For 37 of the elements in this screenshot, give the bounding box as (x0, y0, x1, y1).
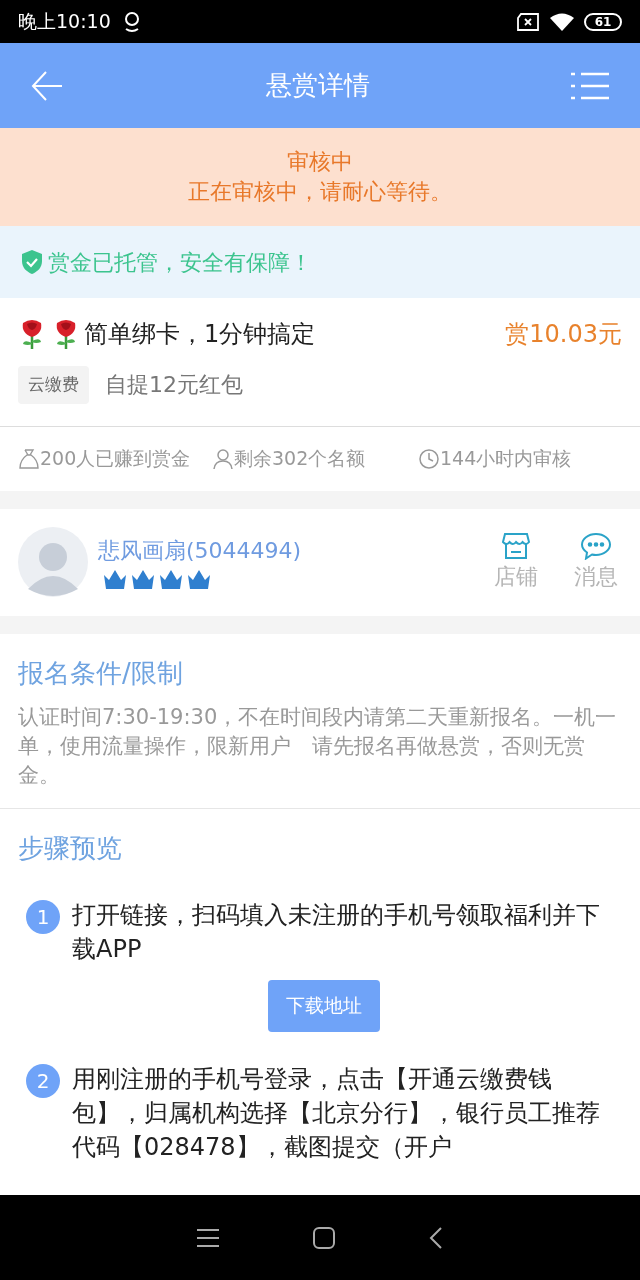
step-text: 打开链接，扫码填入未注册的手机号领取福利并下载APP (72, 899, 601, 965)
shop-icon (501, 531, 531, 560)
message-button[interactable]: 消息 (574, 531, 618, 593)
page-title: 悬赏详情 (266, 69, 370, 102)
status-time: 晚上10:10 (18, 9, 111, 35)
stat-text: 剩余302个名额 (234, 446, 366, 472)
step-text: 用刚注册的手机号登录，点击【开通云缴费钱包】，归属机构选择【北京分行】，银行员工推荐代码【028478】，截图提交（开户 (72, 1063, 601, 1163)
chat-bubble-icon (580, 531, 612, 560)
task-subtitle: 自提12元红包 (105, 371, 243, 400)
menu-icon (571, 71, 609, 100)
wifi-icon (550, 12, 574, 31)
avatar (18, 527, 88, 597)
home-icon[interactable] (313, 1226, 335, 1249)
reward-amount: 赏10.03元 (505, 319, 622, 350)
stat-text: 200人已赚到赏金 (40, 446, 191, 472)
sim-icon (516, 12, 540, 31)
download-button[interactable]: 下载地址 (268, 979, 380, 1032)
review-message: 正在审核中，请耐心等待。 (188, 178, 452, 206)
guarantee-text: 赏金已托管，安全有保障！ (48, 248, 312, 277)
back-icon[interactable] (429, 1225, 443, 1250)
publisher-name: 悲风画扇(5044494) (98, 536, 302, 565)
clock-icon (418, 447, 440, 470)
stat-text: 144小时内审核 (440, 446, 572, 472)
step-number: 1 (26, 899, 60, 934)
steps-heading: 步骤预览 (18, 831, 123, 865)
review-status: 审核中 (287, 148, 353, 176)
shop-button[interactable]: 店铺 (494, 531, 538, 593)
step-number: 2 (26, 1063, 60, 1098)
person-icon (212, 447, 234, 470)
conditions-text: 认证时间7:30-19:30，不在时间段内请第二天重新报名。一机一单，使用流量操作，限新用户 请先报名再做悬赏，否则无赏金。 (18, 703, 618, 789)
battery-icon: 61 (584, 12, 622, 31)
conditions-heading: 报名条件/限制 (18, 656, 184, 690)
category-tag: 云缴费 (18, 366, 89, 404)
shield-icon (20, 249, 44, 275)
menu-icon[interactable] (197, 1227, 219, 1248)
money-bag-icon (18, 447, 40, 470)
task-title: 简单绑卡，1分钟搞定 (84, 319, 316, 350)
